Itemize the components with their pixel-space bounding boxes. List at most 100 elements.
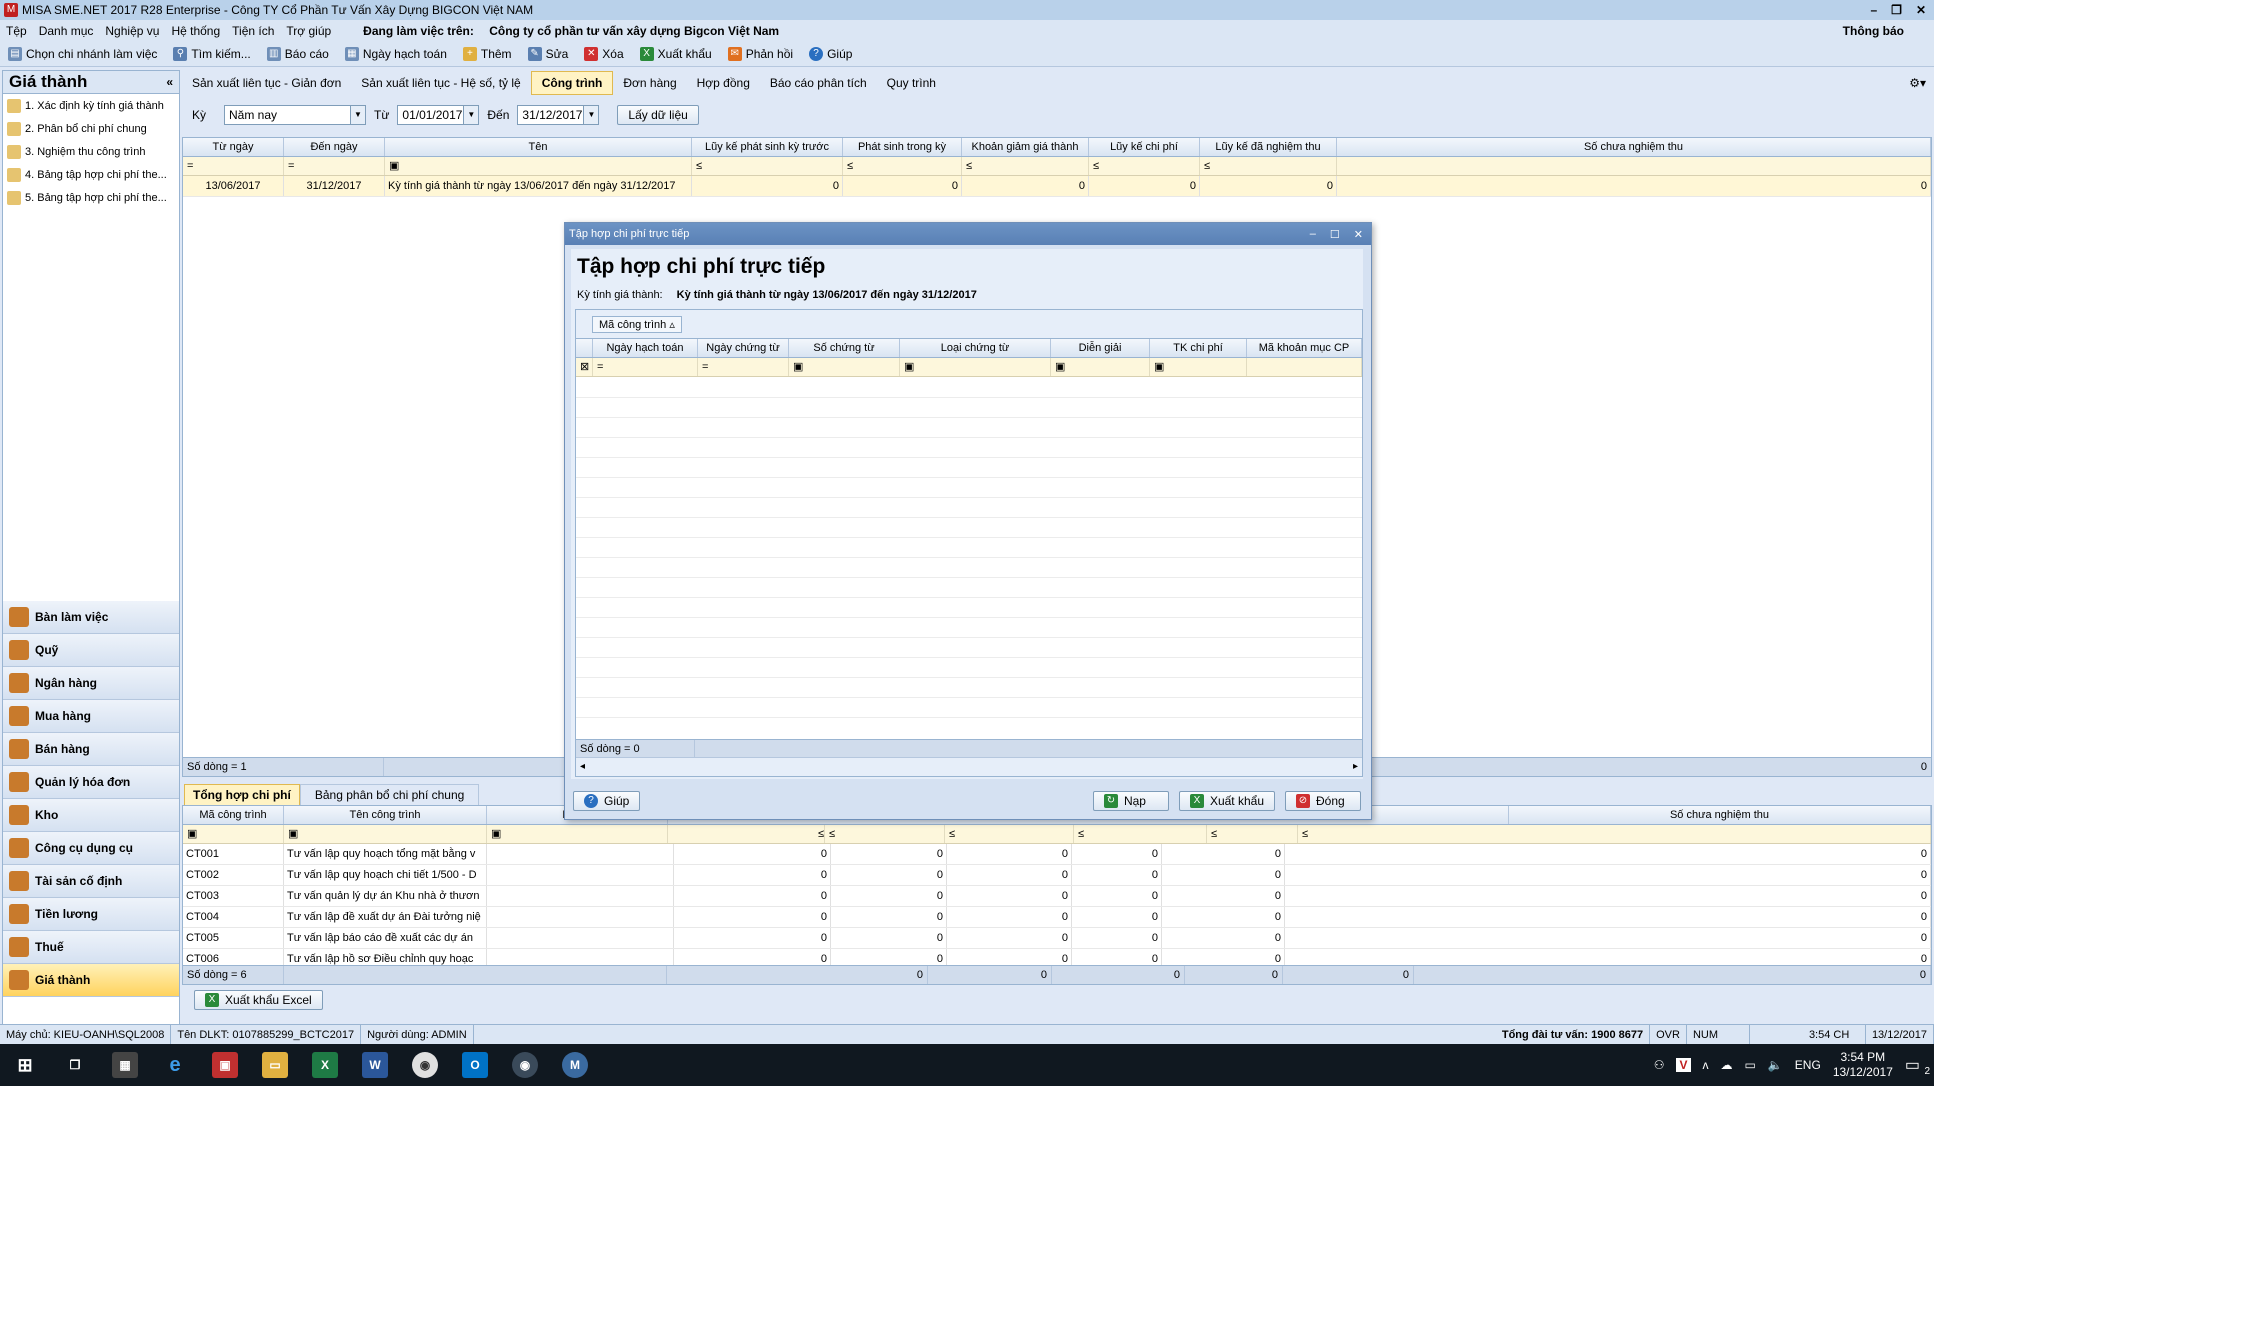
export-excel-button[interactable]: X Xuất khẩu Excel: [194, 990, 323, 1010]
menu-system[interactable]: Hệ thống: [165, 24, 226, 38]
table-row[interactable]: CT001 Tư vấn lập quy hoạch tổng mặt bằng …: [183, 844, 1931, 865]
edit-button[interactable]: ✎ Sửa: [520, 47, 577, 61]
word-taskbar-icon[interactable]: W: [362, 1052, 388, 1078]
help-button[interactable]: ? Giúp: [801, 47, 860, 61]
from-date-input[interactable]: 01/01/2017 ▼: [397, 105, 480, 125]
table-row[interactable]: CT005 Tư vấn lập báo cáo đề xuất các dự á…: [183, 928, 1931, 949]
posting-date-button[interactable]: ▦ Ngày hạch toán: [337, 47, 455, 61]
dialog-grid-filter-row[interactable]: ⊠ = = ▣ ▣ ▣ ▣: [576, 358, 1362, 377]
module-purchase[interactable]: Mua hàng: [3, 700, 179, 733]
col-period-arising[interactable]: Phát sinh trong kỳ: [843, 138, 962, 156]
delete-button[interactable]: ✕ Xóa: [576, 47, 631, 61]
project-grid-filter-row[interactable]: ▣ ▣ ▣ ≤ ≤ ≤ ≤ ≤ ≤: [183, 825, 1931, 844]
period-grid-filter-row[interactable]: = = ▣ ≤ ≤ ≤ ≤ ≤: [183, 157, 1931, 176]
menu-catalog[interactable]: Danh mục: [33, 24, 100, 38]
module-costing[interactable]: Giá thành: [3, 964, 179, 997]
app-icon[interactable]: ▣: [212, 1052, 238, 1078]
col-to-date[interactable]: Đến ngày: [284, 138, 385, 156]
select-branch-button[interactable]: ▤ Chọn chi nhánh làm việc: [0, 47, 165, 61]
tab-ratio[interactable]: Sản xuất liên tục - Hệ số, tỷ lệ: [351, 72, 530, 94]
menu-operations[interactable]: Nghiệp vụ: [99, 24, 165, 38]
module-tax[interactable]: Thuế: [3, 931, 179, 964]
left-item-5[interactable]: 5. Bảng tập hợp chi phí the...: [3, 186, 179, 209]
menu-help[interactable]: Trợ giúp: [280, 24, 337, 38]
col-project-name[interactable]: Tên công trình: [284, 806, 487, 824]
search-button[interactable]: ⚲ Tìm kiếm...: [165, 47, 258, 61]
notice-button[interactable]: Thông báo: [1837, 24, 1934, 38]
menu-utilities[interactable]: Tiện ích: [226, 24, 280, 38]
windows-start-icon[interactable]: ⊞: [12, 1052, 38, 1078]
left-item-1[interactable]: 1. Xác định kỳ tính giá thành: [3, 94, 179, 117]
cloud-icon[interactable]: ☁: [1721, 1058, 1733, 1072]
report-button[interactable]: ▥ Báo cáo: [259, 47, 337, 61]
left-item-4[interactable]: 4. Bảng tập hợp chi phí the...: [3, 163, 179, 186]
module-invoice[interactable]: Quản lý hóa đơn: [3, 766, 179, 799]
dialog-minimize-icon[interactable]: –: [1310, 228, 1316, 241]
col-cost-item[interactable]: Mã khoản mục CP: [1247, 339, 1362, 357]
module-fixed-assets[interactable]: Tài sản cố định: [3, 865, 179, 898]
file-explorer-icon[interactable]: ▭: [262, 1052, 288, 1078]
vietkey-icon[interactable]: V: [1676, 1058, 1691, 1072]
add-button[interactable]: + Thêm: [455, 47, 520, 61]
col-project-code[interactable]: Mã công trình: [183, 806, 284, 824]
table-row[interactable]: CT002 Tư vấn lập quy hoạch chi tiết 1/500…: [183, 865, 1931, 886]
tab-simple[interactable]: Sản xuất liên tục - Giản đơn: [182, 72, 351, 94]
col-not-accepted-2[interactable]: Số chưa nghiệm thu: [1509, 806, 1931, 824]
restore-icon[interactable]: ❐: [1891, 3, 1902, 17]
scroll-right-icon[interactable]: ▸: [1349, 758, 1362, 776]
menu-file[interactable]: Tệp: [0, 24, 33, 38]
tab-cost-summary[interactable]: Tổng hợp chi phí: [184, 784, 300, 806]
collapse-icon[interactable]: «: [166, 71, 173, 93]
dialog-export-button[interactable]: X Xuất khẩu: [1178, 791, 1275, 811]
close-icon[interactable]: ✕: [1916, 3, 1926, 17]
col-posting-date[interactable]: Ngày hạch toán: [593, 339, 698, 357]
people-icon[interactable]: ⚇: [1654, 1058, 1665, 1072]
input-language[interactable]: ENG: [1795, 1058, 1821, 1072]
module-salary[interactable]: Tiền lương: [3, 898, 179, 931]
settings-icon[interactable]: ⚙▾: [1909, 76, 1926, 90]
task-view-icon[interactable]: ❐: [62, 1052, 88, 1078]
horizontal-scrollbar[interactable]: ◂ ▸: [576, 757, 1362, 776]
col-not-accepted[interactable]: Số chưa nghiệm thu: [1337, 138, 1931, 156]
group-chip-project-code[interactable]: Mã công trình ▵: [592, 315, 682, 333]
dialog-load-button[interactable]: ↻ Nạp: [1092, 791, 1169, 811]
tab-process[interactable]: Quy trình: [877, 72, 946, 94]
calculator-icon[interactable]: ▦: [112, 1052, 138, 1078]
edge-icon[interactable]: e: [162, 1052, 188, 1078]
export-button[interactable]: X Xuất khẩu: [632, 47, 720, 61]
notification-icon[interactable]: ▭ 2: [1905, 1055, 1934, 1077]
table-row[interactable]: CT003 Tư vấn quản lý dự án Khu nhà ở thươ…: [183, 886, 1931, 907]
network-icon[interactable]: ▭: [1745, 1058, 1756, 1072]
minimize-icon[interactable]: –: [1870, 3, 1877, 17]
col-voucher-no[interactable]: Số chứng từ: [789, 339, 900, 357]
to-date-input[interactable]: 31/12/2017 ▼: [517, 105, 600, 125]
tab-analysis[interactable]: Báo cáo phân tích: [760, 72, 877, 94]
module-tools[interactable]: Công cụ dụng cụ: [3, 832, 179, 865]
col-voucher-date[interactable]: Ngày chứng từ: [698, 339, 789, 357]
col-cost-reduction[interactable]: Khoản giảm giá thành: [962, 138, 1089, 156]
module-cash[interactable]: Quỹ: [3, 634, 179, 667]
col-prior-cumulative[interactable]: Lũy kế phát sinh kỳ trước: [692, 138, 843, 156]
scroll-left-icon[interactable]: ◂: [576, 758, 589, 776]
left-item-2[interactable]: 2. Phân bổ chi phí chung: [3, 117, 179, 140]
tab-order[interactable]: Đơn hàng: [613, 72, 686, 94]
tab-overhead-allocation[interactable]: Bảng phân bổ chi phí chung: [299, 784, 480, 806]
col-cumulative-cost[interactable]: Lũy kế chi phí: [1089, 138, 1200, 156]
module-sales[interactable]: Bán hàng: [3, 733, 179, 766]
left-item-3[interactable]: 3. Nghiệm thu công trình: [3, 140, 179, 163]
module-bank[interactable]: Ngân hàng: [3, 667, 179, 700]
tab-contract[interactable]: Hợp đồng: [687, 72, 760, 94]
col-accepted-cumulative[interactable]: Lũy kế đã nghiệm thu: [1200, 138, 1337, 156]
col-description[interactable]: Diễn giải: [1051, 339, 1150, 357]
feedback-button[interactable]: ✉ Phản hồi: [720, 47, 801, 61]
dialog-help-button[interactable]: ? Giúp: [573, 791, 641, 811]
dialog-maximize-icon[interactable]: ☐: [1330, 228, 1340, 241]
module-stock[interactable]: Kho: [3, 799, 179, 832]
clock[interactable]: 3:54 PM 13/12/2017: [1833, 1050, 1893, 1080]
excel-taskbar-icon[interactable]: X: [312, 1052, 338, 1078]
dialog-close-icon[interactable]: ✕: [1354, 228, 1363, 241]
tray-app-icon[interactable]: ʌ: [1703, 1058, 1709, 1072]
dialog-close-button[interactable]: ⊘ Đóng: [1285, 791, 1361, 811]
outlook-icon[interactable]: O: [462, 1052, 488, 1078]
col-expense-account[interactable]: TK chi phí: [1150, 339, 1247, 357]
